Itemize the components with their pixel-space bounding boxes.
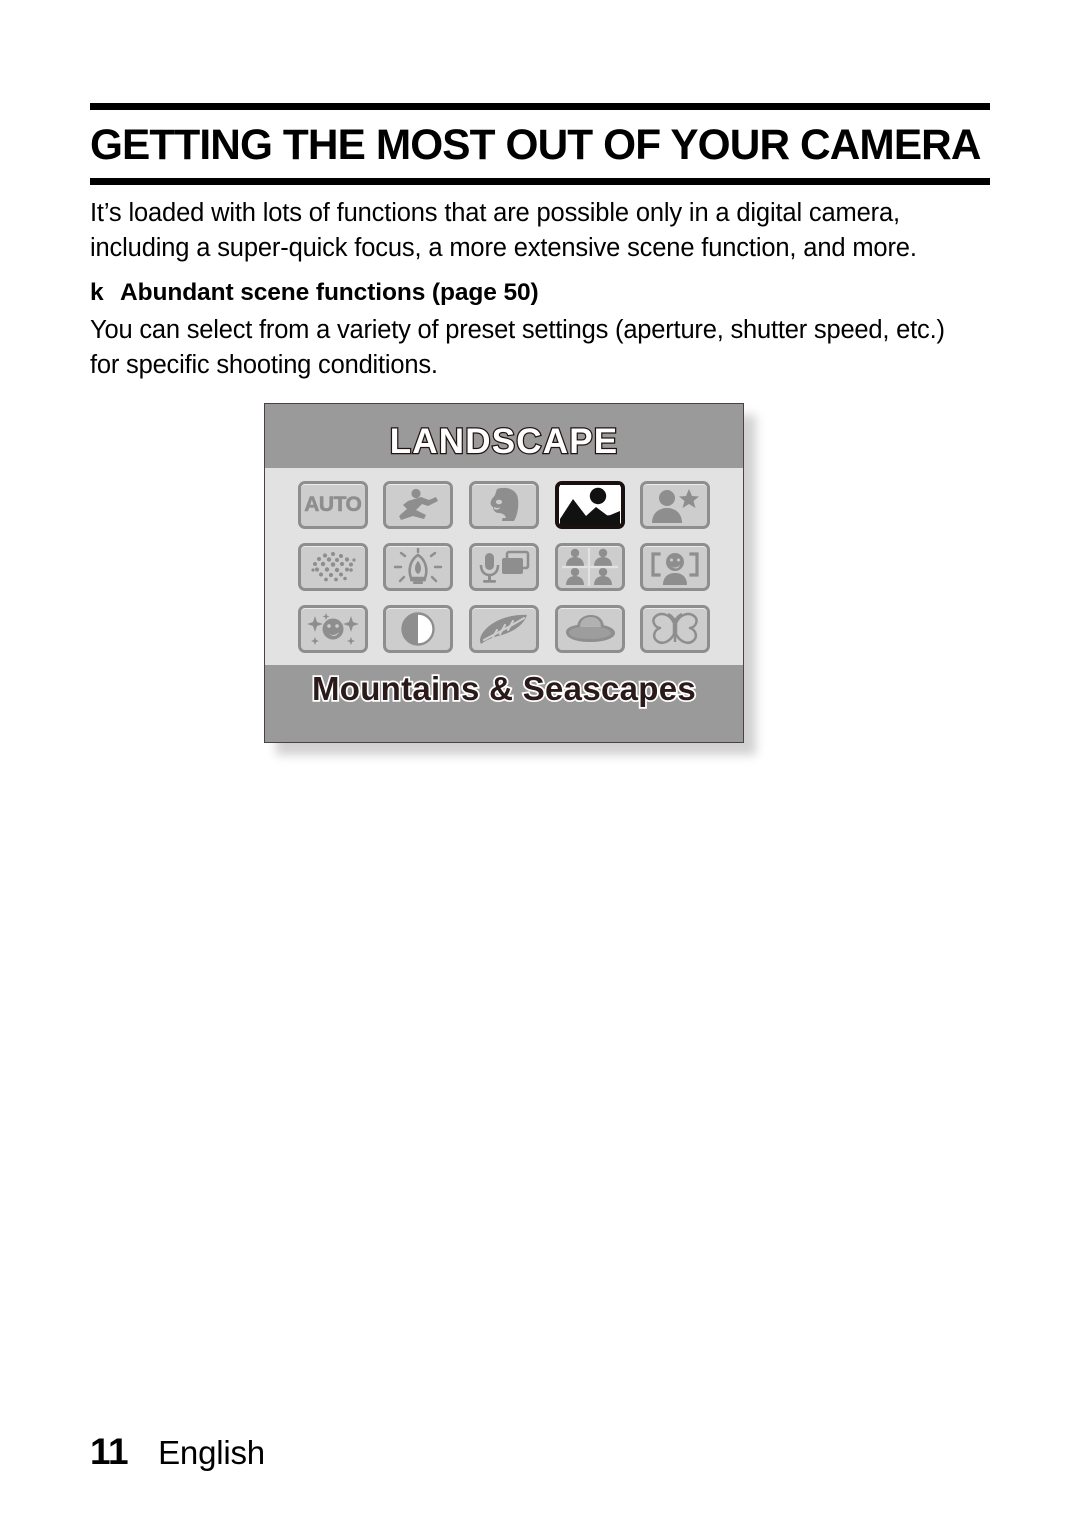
intro-line-1: It’s loaded with lots of functions that … xyxy=(90,199,900,227)
title-rule-bottom xyxy=(90,178,990,185)
section-subheading-text: Abundant scene functions (page 50) xyxy=(120,279,539,306)
lantern-icon xyxy=(394,547,443,584)
lcd-scene-caption: Mountains & Seascapes xyxy=(310,668,697,709)
scene-cell[interactable] xyxy=(550,476,630,533)
intro-paragraph: It’s loaded with lots of functions that … xyxy=(90,196,970,266)
monochrome-mode-tile[interactable] xyxy=(383,604,454,653)
scene-cell[interactable] xyxy=(293,538,373,595)
lcd-screen: LANDSCAPE AUTO Mountains & Seascapes xyxy=(264,403,744,743)
portrait-mode-tile[interactable] xyxy=(468,480,539,529)
scene-cell[interactable] xyxy=(379,538,459,595)
footer-language: English xyxy=(158,1434,265,1471)
face-profile-icon xyxy=(490,487,519,521)
scene-cell[interactable] xyxy=(635,476,715,533)
leaf-icon xyxy=(479,614,527,644)
close-up-mode-tile[interactable] xyxy=(640,604,711,653)
sun-hat-icon xyxy=(565,614,615,642)
smiley-sparkle-icon xyxy=(306,612,359,645)
scene-cell[interactable] xyxy=(550,600,630,657)
auto-mode-label: AUTO xyxy=(304,492,362,516)
fireworks-mode-tile[interactable] xyxy=(297,542,368,591)
manual-page: GETTING THE MOST OUT OF YOUR CAMERA It’s… xyxy=(0,0,1080,1521)
sports-mode-tile[interactable] xyxy=(383,480,454,529)
scene-cell[interactable] xyxy=(464,538,544,595)
running-person-icon xyxy=(399,488,439,520)
title-block: GETTING THE MOST OUT OF YOUR CAMERA xyxy=(90,103,990,185)
landscape-mode-tile[interactable] xyxy=(554,480,625,529)
scene-cell[interactable] xyxy=(379,600,459,657)
section-body-line-1: You can select from a variety of preset … xyxy=(90,316,945,344)
lcd-mode-title: LANDSCAPE xyxy=(388,421,619,463)
scene-cell[interactable] xyxy=(635,538,715,595)
page-footer: 11 English xyxy=(90,1431,265,1473)
page-title: GETTING THE MOST OUT OF YOUR CAMERA xyxy=(90,121,981,169)
cosmetic-mode-tile[interactable] xyxy=(297,604,368,653)
beach-snow-mode-tile[interactable] xyxy=(554,604,625,653)
scene-cell[interactable] xyxy=(635,600,715,657)
section-body: You can select from a variety of preset … xyxy=(90,313,980,383)
section-body-line-2: for specific shooting conditions. xyxy=(90,351,438,379)
scene-cell[interactable] xyxy=(550,538,630,595)
bullet-k-icon: k xyxy=(90,279,104,306)
lamp-mode-tile[interactable] xyxy=(383,542,454,591)
scene-cell[interactable] xyxy=(464,476,544,533)
four-panel-group-icon xyxy=(561,547,618,586)
face-framing-brackets-icon xyxy=(651,551,699,585)
face-frame-mode-tile[interactable] xyxy=(640,542,711,591)
scene-cell[interactable] xyxy=(464,600,544,657)
scene-mode-grid: AUTO xyxy=(265,468,743,665)
fireworks-dots-icon xyxy=(311,551,356,581)
night-portrait-mode-tile[interactable] xyxy=(640,480,711,529)
intro-line-2: including a super-quick focus, a more ex… xyxy=(90,234,917,262)
scene-cell[interactable]: AUTO xyxy=(293,476,373,533)
leaf-mode-tile[interactable] xyxy=(468,604,539,653)
half-tone-circle-icon xyxy=(401,611,436,646)
auto-mode-tile[interactable]: AUTO xyxy=(297,480,368,529)
landscape-mountain-icon xyxy=(559,484,620,525)
page-number: 11 xyxy=(90,1431,129,1472)
butterfly-icon xyxy=(652,612,698,644)
camera-lcd-figure: LANDSCAPE AUTO Mountains & Seascapes xyxy=(264,403,756,755)
sound-recording-mode-tile[interactable] xyxy=(468,542,539,591)
group-photo-mode-tile[interactable] xyxy=(554,542,625,591)
scene-cell[interactable] xyxy=(293,600,373,657)
microphone-photo-icon xyxy=(479,550,530,583)
person-with-star-icon xyxy=(652,488,700,523)
scene-cell[interactable] xyxy=(379,476,459,533)
title-rule-top xyxy=(90,103,990,110)
section-subheading: k Abundant scene functions (page 50) xyxy=(90,279,539,307)
